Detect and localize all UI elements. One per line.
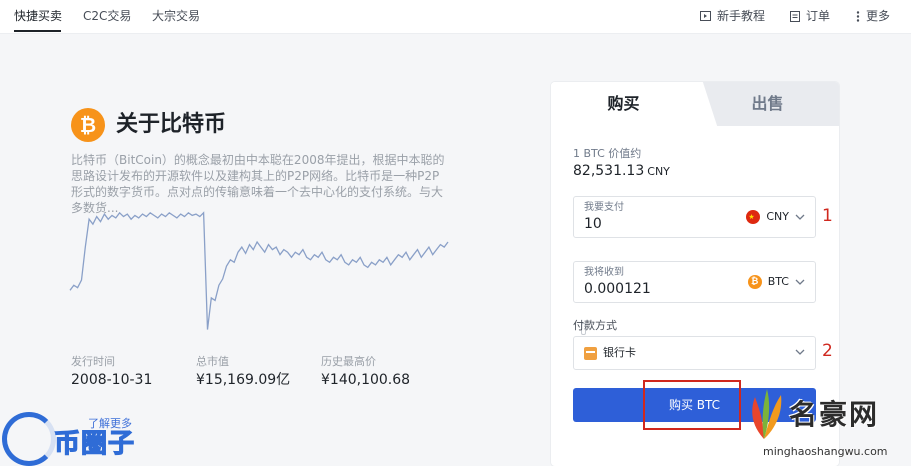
watermark-site: minghaoshangwu.com [763, 445, 888, 458]
stat-issue-date: 发行时间 2008-10-31 [71, 355, 152, 389]
receive-amount-field: 我将收到 ₿ BTC [573, 261, 816, 303]
tab-quick-trade[interactable]: 快捷买卖 [14, 8, 62, 24]
price-history-chart [69, 211, 449, 330]
price-value-row: 82,531.13 CNY [573, 162, 670, 181]
pay-label: 我要支付 [584, 202, 624, 213]
stat-value: 2008-10-31 [71, 372, 153, 388]
leaf-logo-icon [752, 389, 782, 439]
watermark-logo-left: 币圈子 [2, 410, 162, 466]
price-unit: CNY [647, 165, 670, 178]
receive-amount-input[interactable] [584, 280, 724, 298]
china-flag-icon [746, 209, 761, 225]
active-tab-underline [14, 30, 61, 32]
pay-amount-field: 我要支付 CNY [573, 196, 816, 238]
document-icon [790, 10, 800, 22]
tab-block-trade[interactable]: 大宗交易 [152, 8, 200, 24]
tutorial-link[interactable]: 新手教程 [700, 8, 765, 24]
payment-method-option: 银行卡 [584, 346, 636, 360]
more-link[interactable]: 更多 [856, 8, 890, 24]
annotation-highlight-box [643, 380, 741, 430]
tab-c2c[interactable]: C2C交易 [83, 8, 131, 24]
bitcoin-logo-icon: ₿ [71, 108, 105, 142]
annotation-number-1: 1 [822, 206, 833, 226]
chevron-down-icon [795, 214, 805, 220]
stat-label: 发行时间 [71, 355, 115, 368]
video-icon [700, 11, 711, 21]
watermark-ring-icon [2, 412, 56, 466]
payment-method-select[interactable]: 银行卡 [573, 336, 816, 370]
watermark-logo-right: 名豪网 minghaoshangwu.com [735, 387, 911, 466]
bank-card-icon [584, 346, 597, 360]
stat-label: 总市值 [196, 355, 229, 368]
receive-label: 我将收到 [584, 267, 624, 278]
tab-sell[interactable]: 出售 [696, 82, 839, 126]
more-icon [856, 10, 860, 22]
more-label: 更多 [866, 9, 891, 23]
chevron-down-icon [795, 279, 805, 285]
stat-value: ¥140,100.68 [321, 372, 411, 388]
watermark-text: 币圈子 [53, 428, 136, 459]
orders-link[interactable]: 订单 [790, 8, 830, 24]
pay-amount-input[interactable] [584, 215, 724, 233]
receive-currency-select[interactable]: ₿ BTC [747, 274, 805, 290]
tutorial-label: 新手教程 [717, 9, 766, 23]
receive-currency: BTC [767, 275, 789, 288]
stat-label: 历史最高价 [321, 355, 376, 368]
tab-sell-label: 出售 [751, 94, 784, 113]
watermark-brand: 名豪网 [789, 398, 880, 431]
payment-method-value: 银行卡 [603, 346, 636, 359]
chevron-down-icon [795, 349, 805, 355]
top-nav: 快捷买卖 C2C交易 大宗交易 新手教程 订单 更多 [0, 0, 911, 34]
stat-market-cap: 总市值 ¥15,169.09亿 [196, 355, 290, 389]
payment-method-label: 付款方式 [573, 319, 617, 332]
price-label: 1 BTC 价值约 [573, 147, 642, 160]
about-title: 关于比特币 [116, 112, 227, 137]
stat-all-time-high: 历史最高价 ¥140,100.68 [321, 355, 410, 389]
btc-coin-icon: ₿ [747, 275, 762, 289]
annotation-number-2: 2 [822, 341, 833, 361]
pay-currency-select[interactable]: CNY [746, 209, 805, 225]
price-value: 82,531.13 [573, 163, 645, 179]
stat-value: ¥15,169.09亿 [196, 372, 291, 388]
pay-currency: CNY [766, 210, 789, 223]
price-series-line [69, 211, 449, 330]
orders-label: 订单 [806, 9, 831, 23]
tab-buy[interactable]: 购买 [551, 82, 696, 126]
